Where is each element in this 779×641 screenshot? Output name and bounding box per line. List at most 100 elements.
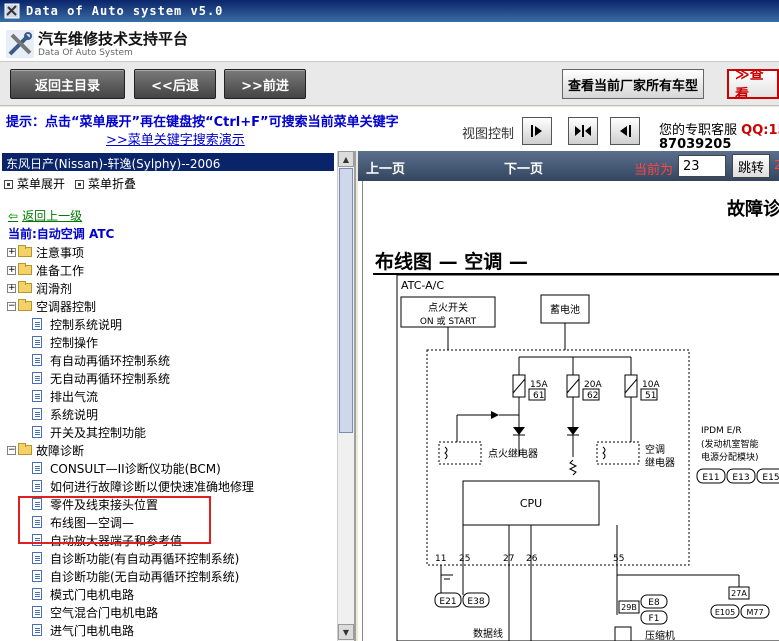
ipdm-label-3: 电源分配模块)	[701, 451, 759, 463]
conn-e13: E13	[732, 473, 749, 483]
qq-number: QQ:15	[741, 123, 779, 138]
view-expand-left-button[interactable]	[610, 117, 640, 145]
pin-27: 27	[503, 554, 514, 564]
collapse-node-icon[interactable]: −	[7, 301, 16, 311]
tree-item-label: 注意事项	[36, 245, 85, 260]
ac-relay-label-1: 空调	[645, 443, 665, 456]
tree-doc-item[interactable]: 系统说明	[0, 405, 336, 423]
conn-e8: E8	[648, 598, 660, 608]
tree-doc-item[interactable]: 如何进行故障诊断以便快速准确地修理	[0, 477, 336, 495]
tree-item-label: 控制操作	[50, 335, 99, 350]
menu-tree: + 注意事项 + 准备工作 + 润滑剂 − 空调器控制 控制系统说明控制操作 有自动再循环控制系统…	[0, 243, 336, 639]
tree-doc-item[interactable]: 空气混合门电机电路	[0, 603, 336, 621]
tree-doc-item[interactable]: 控制系统说明	[0, 315, 336, 333]
document-icon	[32, 624, 42, 636]
back-up-link[interactable]: ⇦ 返回上一级	[8, 207, 82, 224]
tree-doc-item[interactable]: 有自动再循环控制系统	[0, 351, 336, 369]
search-hint: 提示：点击“菜单展开”再在键盘按“Ctrl+F”可搜索当前菜单关键字	[6, 115, 399, 130]
tree-item-label: 空调器控制	[36, 299, 97, 314]
pin-26: 26	[526, 554, 538, 564]
document-icon	[32, 354, 42, 366]
tree-doc-item[interactable]: CONSULT—II诊断仪功能(BCM)	[0, 459, 336, 477]
next-page-button[interactable]: 下一页	[504, 158, 543, 177]
collapse-node-icon[interactable]: −	[7, 445, 16, 455]
tree-item-label: 无自动再循环控制系统	[50, 371, 171, 386]
green-arrow-left-icon: ⇦	[8, 209, 19, 223]
tree-folder[interactable]: − 空调器控制	[0, 297, 336, 315]
expand-node-icon[interactable]: +	[7, 247, 16, 257]
scroll-thumb[interactable]	[339, 168, 353, 433]
hint-bar: 提示：点击“菜单展开”再在键盘按“Ctrl+F”可搜索当前菜单关键字 >>菜单关…	[0, 107, 779, 152]
fuse-15a: 15A 61	[512, 374, 548, 401]
expand-square-icon	[4, 180, 13, 189]
folder-icon	[18, 443, 32, 455]
document-icon	[32, 606, 42, 618]
current-page-label: 当前为	[634, 163, 674, 178]
expand-node-icon[interactable]: +	[7, 283, 16, 293]
ignition-switch-label: 点火开关	[428, 301, 468, 314]
scroll-up-icon[interactable]: ▲	[338, 151, 354, 167]
document-icon	[32, 552, 42, 564]
arrow-right-icon	[531, 125, 542, 137]
tree-item-label: 自诊断功能(有自动再循环控制系统)	[50, 551, 240, 566]
fuse-3-num: 51	[645, 391, 656, 401]
tree-doc-item[interactable]: 自诊断功能(有自动再循环控制系统)	[0, 549, 336, 567]
document-icon	[32, 318, 42, 330]
customer-service-label: 您的专职客服	[659, 123, 738, 138]
tree-folder[interactable]: − 故障诊断	[0, 441, 336, 459]
back-button[interactable]: <<后退	[134, 69, 216, 99]
view-expand-right-button[interactable]	[522, 117, 552, 145]
page-number-input[interactable]	[678, 155, 726, 177]
tree-item-label: CONSULT—II诊断仪功能(BCM)	[50, 461, 221, 476]
document-icon	[32, 336, 42, 348]
window-title: Data of Auto system v5.0	[26, 4, 224, 18]
document-icon	[32, 570, 42, 582]
document-icon	[32, 588, 42, 600]
search-demo-link[interactable]: >>菜单关键字搜索演示	[106, 129, 245, 148]
conn-m77: M77	[746, 608, 763, 617]
expand-node-icon[interactable]: +	[7, 265, 16, 275]
jump-button[interactable]: 跳转	[732, 154, 770, 178]
prev-page-button[interactable]: 上一页	[366, 158, 405, 177]
current-section: 当前:自动空调 ATC	[8, 227, 115, 241]
tree-scrollbar[interactable]: ▲ ▼	[337, 151, 354, 641]
menu-expand-button[interactable]: 菜单展开	[4, 175, 65, 192]
forward-button[interactable]: >>前进	[224, 69, 306, 99]
menu-collapse-button[interactable]: 菜单折叠	[75, 175, 136, 192]
tree-folder[interactable]: + 注意事项	[0, 243, 336, 261]
vehicle-title: 东风日产(Nissan)-轩逸(Sylphy)--2006	[2, 153, 334, 171]
view-split-button[interactable]	[568, 117, 598, 145]
wiring-diagram-title: 布线图 — 空调 —	[375, 251, 528, 273]
tree-doc-item[interactable]: 进气门电机电路	[0, 621, 336, 639]
folder-icon	[18, 245, 32, 257]
doc-heading: 故障诊	[727, 199, 779, 220]
diagram-system-label: ATC-A/C	[401, 279, 444, 292]
ac-relay-label-2: 继电器	[645, 456, 675, 469]
tree-doc-item[interactable]: 开关及其控制功能	[0, 423, 336, 441]
tree-folder[interactable]: + 润滑剂	[0, 279, 336, 297]
conn-29b: 29B	[621, 603, 637, 612]
ignition-position-label: ON 或 START	[420, 315, 477, 327]
document-icon	[32, 480, 42, 492]
tree-doc-item[interactable]: 排出气流	[0, 387, 336, 405]
back-to-main-button[interactable]: 返回主目录	[10, 69, 125, 99]
fuse-10a: 10A 51	[624, 374, 660, 401]
tools-logo-icon	[6, 30, 34, 58]
ignition-relay-label: 点火继电器	[488, 447, 538, 460]
tree-doc-item[interactable]: 自诊断功能(无自动再循环控制系统)	[0, 567, 336, 585]
view-control-label: 视图控制	[462, 127, 515, 142]
tree-doc-item[interactable]: 无自动再循环控制系统	[0, 369, 336, 387]
document-icon	[32, 372, 42, 384]
document-content: 故障诊 布线图 — 空调 — ATC-A/C 点火开关 ON 或 START 蓄…	[362, 181, 779, 641]
view-all-models-button[interactable]: 查看当前厂家所有车型	[562, 69, 704, 99]
tree-doc-item[interactable]: 控制操作	[0, 333, 336, 351]
tree-doc-item[interactable]: 模式门电机电路	[0, 585, 336, 603]
tree-item-label: 空气混合门电机电路	[50, 605, 159, 620]
scroll-down-icon[interactable]: ▼	[338, 624, 354, 640]
conn-e21: E21	[439, 597, 456, 607]
view-button[interactable]: ≫查看	[727, 69, 779, 99]
back-up-label: 返回上一级	[22, 209, 83, 223]
tree-folder[interactable]: + 准备工作	[0, 261, 336, 279]
tree-item-label: 系统说明	[50, 407, 99, 422]
ipdm-label-1: IPDM E/R	[701, 426, 742, 436]
